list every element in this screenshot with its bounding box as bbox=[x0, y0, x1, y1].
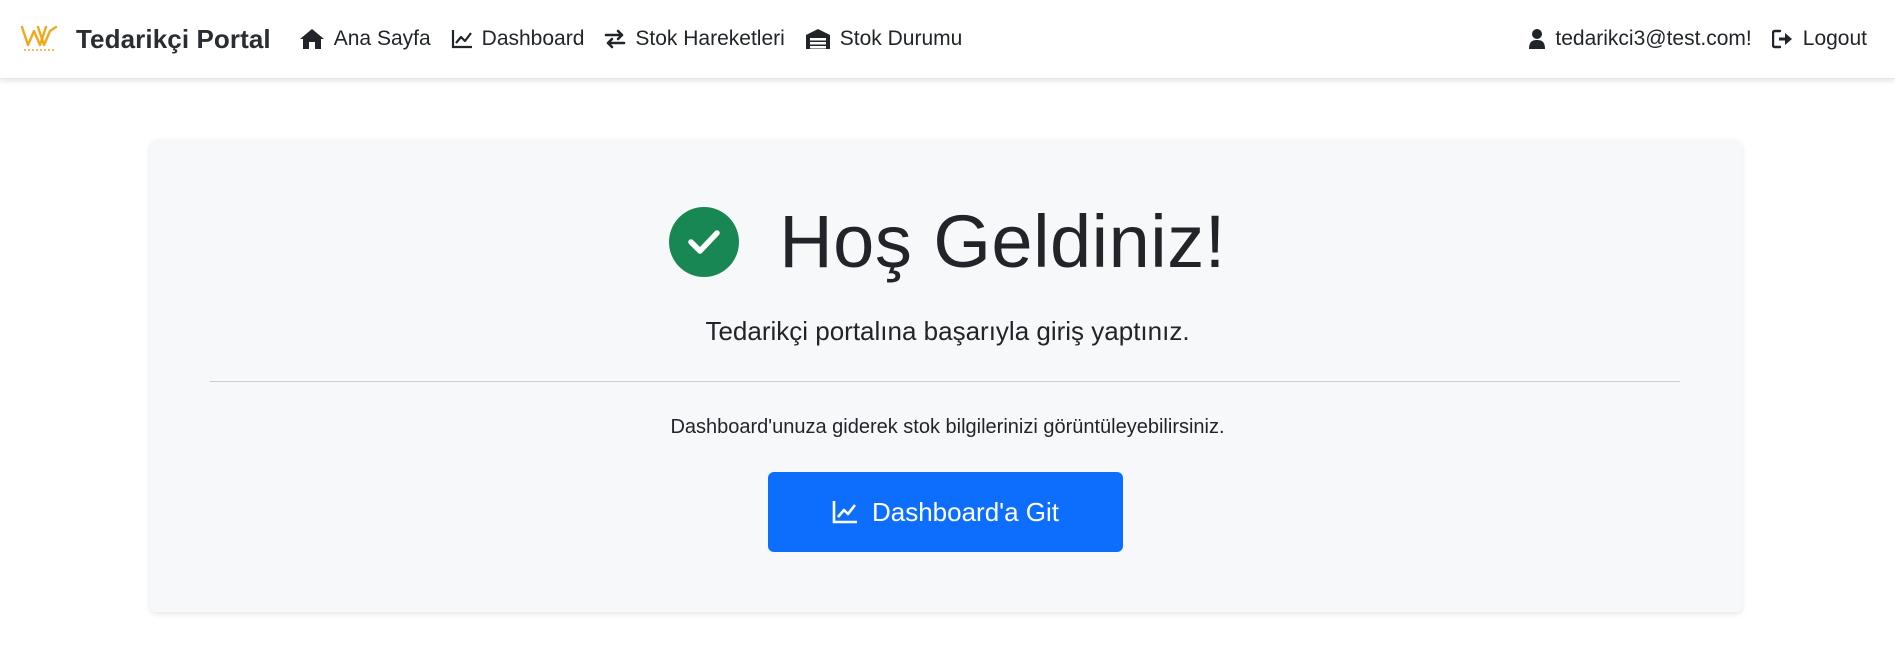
nav-links: Ana Sayfa Dashboard Stok Hareketleri Sto… bbox=[299, 27, 983, 51]
go-to-dashboard-button[interactable]: Dashboard'a Git bbox=[768, 472, 1123, 552]
home-icon bbox=[299, 28, 325, 50]
exchange-arrows-icon bbox=[604, 29, 626, 49]
welcome-title: Hoş Geldiniz! bbox=[779, 200, 1226, 283]
chart-line-icon bbox=[832, 500, 858, 524]
nav-link-label: Stok Hareketleri bbox=[635, 27, 785, 50]
nav-link-label: Dashboard bbox=[481, 27, 585, 50]
logout-link[interactable]: Logout bbox=[1771, 27, 1867, 51]
nav-link-label: Ana Sayfa bbox=[333, 27, 431, 50]
divider bbox=[210, 381, 1680, 382]
chart-line-icon bbox=[451, 29, 473, 49]
top-navbar: Tedarikçi Portal Ana Sayfa Dashboard Sto… bbox=[0, 0, 1895, 79]
logout-label: Logout bbox=[1802, 27, 1867, 50]
check-circle-icon bbox=[669, 206, 740, 277]
welcome-heading: Hoş Geldiniz! bbox=[0, 199, 1895, 284]
welcome-subtitle: Tedarikçi portalına başarıyla giriş yapt… bbox=[705, 316, 1190, 346]
go-to-dashboard-label: Dashboard'a Git bbox=[871, 496, 1060, 527]
nav-user-area: tedarikci3@test.com! Logout bbox=[1508, 27, 1867, 51]
nav-link-dashboard[interactable]: Dashboard bbox=[451, 27, 585, 51]
nav-link-stok-durumu[interactable]: Stok Durumu bbox=[805, 27, 963, 51]
user-email: tedarikci3@test.com! bbox=[1555, 27, 1752, 50]
user-profile-link[interactable]: tedarikci3@test.com! bbox=[1528, 27, 1752, 51]
user-icon bbox=[1528, 28, 1546, 50]
brand[interactable]: Tedarikçi Portal bbox=[20, 23, 271, 55]
logout-icon bbox=[1771, 29, 1794, 49]
brand-name: Tedarikçi Portal bbox=[76, 23, 271, 54]
nav-link-label: Stok Durumu bbox=[839, 27, 963, 50]
welcome-info-text: Dashboard'unuza giderek stok bilgilerini… bbox=[670, 416, 1225, 438]
nav-link-stok-hareketleri[interactable]: Stok Hareketleri bbox=[604, 27, 785, 51]
warehouse-icon bbox=[805, 28, 831, 50]
brand-logo-icon bbox=[20, 25, 58, 51]
nav-link-ana-sayfa[interactable]: Ana Sayfa bbox=[299, 27, 431, 51]
